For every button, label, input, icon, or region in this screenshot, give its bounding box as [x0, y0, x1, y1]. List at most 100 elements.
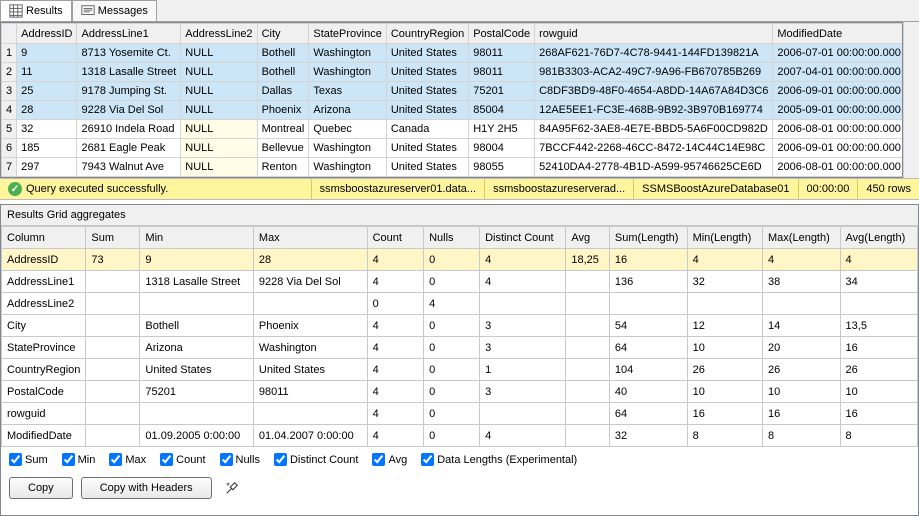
agg-cell[interactable] [86, 359, 140, 381]
agg-col-header[interactable]: Avg [566, 227, 610, 249]
agg-cell[interactable]: 8 [687, 425, 762, 447]
grid-cell[interactable]: 2006-08-01 00:00:00.000 [773, 120, 903, 139]
check-lengths[interactable]: Data Lengths (Experimental) [421, 453, 577, 466]
tools-button[interactable] [220, 476, 244, 500]
grid-cell[interactable]: 981B3303-ACA2-49C7-9A96-FB670785B269 [535, 63, 773, 82]
results-scrollbar[interactable] [903, 22, 919, 178]
agg-cell[interactable] [566, 359, 610, 381]
grid-cell[interactable]: 7943 Walnut Ave [77, 158, 181, 177]
agg-cell[interactable]: 73 [86, 249, 140, 271]
grid-cell[interactable]: 85004 [469, 101, 535, 120]
agg-cell[interactable]: 3 [480, 337, 566, 359]
grid-cell[interactable]: United States [386, 82, 468, 101]
agg-cell[interactable]: 4 [367, 337, 423, 359]
grid-cell[interactable]: 1318 Lasalle Street [77, 63, 181, 82]
grid-cell[interactable]: Washington [309, 44, 386, 63]
agg-cell[interactable]: 26 [840, 359, 917, 381]
agg-cell[interactable]: 4 [840, 249, 917, 271]
grid-cell[interactable]: NULL [181, 120, 257, 139]
agg-cell[interactable]: 10 [840, 381, 917, 403]
agg-cell[interactable]: rowguid [2, 403, 86, 425]
agg-col-header[interactable]: Min [140, 227, 253, 249]
agg-cell[interactable] [480, 293, 566, 315]
agg-cell[interactable]: 10 [687, 337, 762, 359]
agg-cell[interactable]: 64 [609, 337, 687, 359]
agg-cell[interactable]: 64 [609, 403, 687, 425]
agg-cell[interactable]: AddressLine1 [2, 271, 86, 293]
check-avg[interactable]: Avg [372, 453, 407, 466]
agg-cell[interactable] [763, 293, 841, 315]
agg-cell[interactable]: 4 [367, 403, 423, 425]
agg-cell[interactable]: Bothell [140, 315, 253, 337]
agg-cell[interactable]: 3 [480, 315, 566, 337]
agg-col-header[interactable]: Max(Length) [763, 227, 841, 249]
agg-cell[interactable]: 0 [424, 403, 480, 425]
agg-col-header[interactable]: Avg(Length) [840, 227, 917, 249]
agg-cell[interactable]: 16 [840, 337, 917, 359]
agg-cell[interactable] [566, 425, 610, 447]
aggregates-grid[interactable]: ColumnSumMinMaxCountNullsDistinct CountA… [1, 226, 918, 447]
agg-cell[interactable]: 10 [687, 381, 762, 403]
check-nulls[interactable]: Nulls [220, 453, 260, 466]
agg-cell[interactable]: United States [253, 359, 367, 381]
agg-cell[interactable]: 98011 [253, 381, 367, 403]
grid-cell[interactable]: 185 [17, 139, 77, 158]
grid-cell[interactable]: 12AE5EE1-FC3E-468B-9B92-3B970B169774 [535, 101, 773, 120]
agg-cell[interactable]: 26 [763, 359, 841, 381]
grid-cell[interactable]: NULL [181, 44, 257, 63]
row-number[interactable]: 4 [2, 101, 17, 120]
grid-cell[interactable]: NULL [181, 101, 257, 120]
col-header[interactable]: PostalCode [469, 24, 535, 44]
agg-cell[interactable]: 16 [687, 403, 762, 425]
agg-cell[interactable]: 40 [609, 381, 687, 403]
agg-cell[interactable]: United States [140, 359, 253, 381]
col-header[interactable]: StateProvince [309, 24, 386, 44]
agg-cell[interactable] [566, 315, 610, 337]
agg-cell[interactable]: 10 [763, 381, 841, 403]
grid-cell[interactable]: NULL [181, 158, 257, 177]
agg-cell[interactable]: 8 [763, 425, 841, 447]
agg-cell[interactable]: ModifiedDate [2, 425, 86, 447]
grid-cell[interactable]: Texas [309, 82, 386, 101]
agg-cell[interactable]: 4 [367, 425, 423, 447]
agg-cell[interactable]: 4 [687, 249, 762, 271]
agg-cell[interactable]: 136 [609, 271, 687, 293]
agg-cell[interactable]: 34 [840, 271, 917, 293]
grid-cell[interactable]: Renton [257, 158, 309, 177]
agg-cell[interactable] [86, 337, 140, 359]
agg-cell[interactable] [566, 381, 610, 403]
row-number[interactable]: 3 [2, 82, 17, 101]
agg-cell[interactable]: 16 [840, 403, 917, 425]
agg-cell[interactable] [566, 337, 610, 359]
agg-cell[interactable]: 0 [424, 337, 480, 359]
agg-col-header[interactable]: Max [253, 227, 367, 249]
grid-cell[interactable]: 25 [17, 82, 77, 101]
grid-cell[interactable]: 7BCCF442-2268-46CC-8472-14C44C14E98C [535, 139, 773, 158]
agg-col-header[interactable]: Nulls [424, 227, 480, 249]
agg-cell[interactable] [86, 403, 140, 425]
copy-button[interactable]: Copy [9, 477, 73, 499]
grid-cell[interactable]: NULL [181, 63, 257, 82]
row-number[interactable]: 5 [2, 120, 17, 139]
agg-cell[interactable] [86, 271, 140, 293]
agg-cell[interactable]: 01.09.2005 0:00:00 [140, 425, 253, 447]
grid-cell[interactable]: Bothell [257, 44, 309, 63]
grid-cell[interactable]: United States [386, 44, 468, 63]
agg-cell[interactable] [140, 403, 253, 425]
agg-cell[interactable]: 104 [609, 359, 687, 381]
grid-cell[interactable]: Dallas [257, 82, 309, 101]
agg-cell[interactable] [566, 271, 610, 293]
col-header[interactable]: AddressLine2 [181, 24, 257, 44]
agg-cell[interactable]: 32 [609, 425, 687, 447]
col-header[interactable]: ModifiedDate [773, 24, 903, 44]
grid-cell[interactable]: 84A95F62-3AE8-4E7E-BBD5-5A6F00CD982D [535, 120, 773, 139]
grid-cell[interactable]: United States [386, 158, 468, 177]
agg-cell[interactable]: 0 [367, 293, 423, 315]
agg-cell[interactable] [140, 293, 253, 315]
grid-cell[interactable]: Washington [309, 63, 386, 82]
col-header[interactable]: AddressID [17, 24, 77, 44]
grid-cell[interactable]: Bellevue [257, 139, 309, 158]
row-number[interactable]: 6 [2, 139, 17, 158]
tab-results[interactable]: Results [0, 0, 72, 21]
agg-cell[interactable]: 18,25 [566, 249, 610, 271]
